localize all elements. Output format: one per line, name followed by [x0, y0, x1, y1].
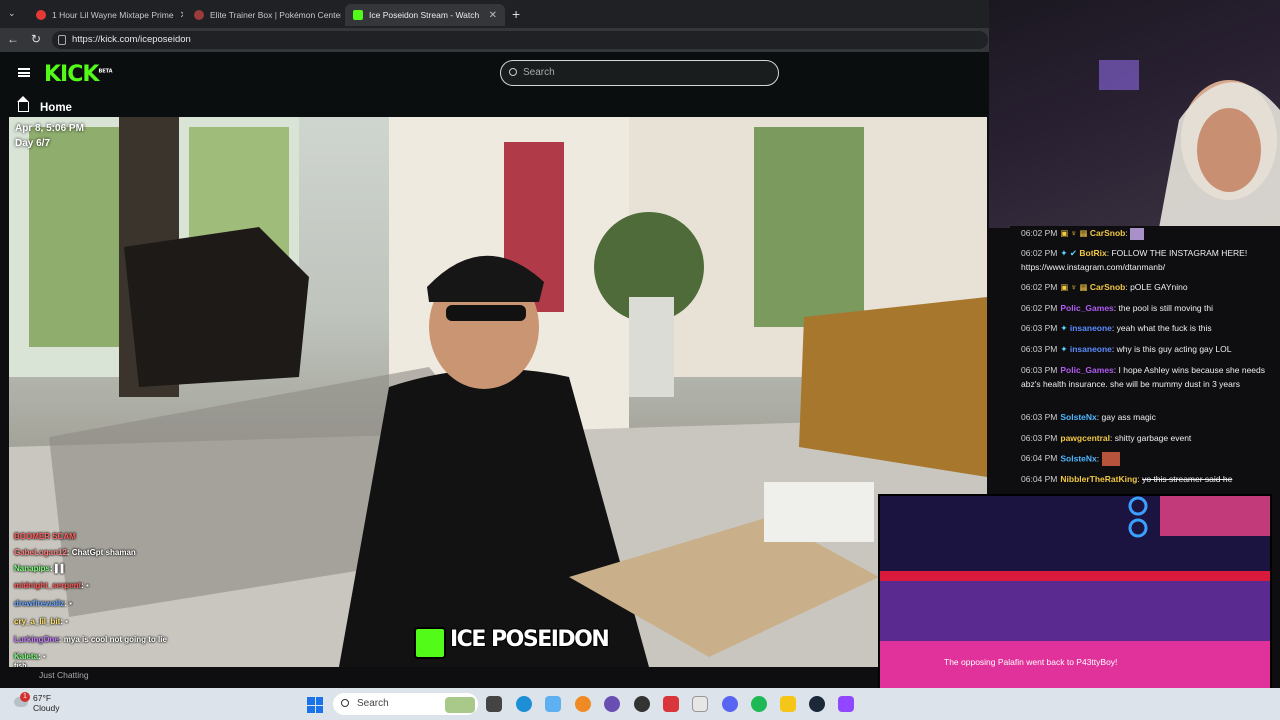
spotify-icon[interactable]: [751, 696, 767, 712]
category-link[interactable]: Just Chatting: [39, 670, 89, 680]
chat-message: 06:02 PM Polic_Games: the pool is still m…: [1021, 303, 1214, 313]
pokemon-center-icon: [194, 10, 204, 20]
emote-icon: [1130, 227, 1145, 240]
kick-icon: [353, 10, 363, 20]
search-highlight-icon[interactable]: [445, 697, 475, 713]
close-icon[interactable]: ✕: [489, 10, 497, 21]
kick-logo-text: KICK: [44, 62, 99, 87]
kick-badge-icon: [414, 627, 446, 659]
site-header: [0, 52, 990, 96]
tree-left: [29, 127, 119, 347]
notification-badge: 1: [20, 692, 30, 702]
chat-message: 06:02 PM ▣ ♆ ▦ CarSnob:: [1021, 227, 1271, 241]
weather-widget[interactable]: 67°F Cloudy: [33, 693, 59, 713]
chat-message: 06:03 PM Polic_Games: I hope Ashley wins …: [1021, 365, 1266, 389]
tab-list-chevron-icon[interactable]: ⌄: [8, 8, 16, 19]
weather-condition: Cloudy: [33, 703, 60, 713]
app-purple-icon[interactable]: [838, 696, 854, 712]
music-icon[interactable]: [692, 696, 708, 712]
chat-message: 06:03 PM ✦ insaneone: why is this guy act…: [1021, 344, 1232, 354]
edge-icon[interactable]: [516, 696, 532, 712]
task-view-icon[interactable]: [486, 696, 502, 712]
beta-badge: BETA: [98, 68, 113, 75]
tab-3[interactable]: Ice Poseidon Stream - Watch ✕: [345, 4, 505, 26]
ice-poseidon-logo: ICE POSEIDON: [414, 625, 611, 661]
piano: [124, 227, 309, 387]
menu-icon[interactable]: [18, 68, 30, 77]
chat-message: 06:04 PM NibblerTheRatKing: yo this strea…: [1021, 474, 1233, 484]
chat-message: 06:03 PM ✦ insaneone: yeah what the fuck …: [1021, 323, 1212, 333]
right-window: [754, 127, 864, 327]
overlay-chat-line: BOOMER SCAM: [14, 532, 76, 541]
overlay-chat-line: Nanapips: ▌▌: [14, 564, 67, 573]
new-tab-icon[interactable]: +: [512, 6, 520, 22]
tab-1[interactable]: 1 Hour Lil Wayne Mixtape Prime ✕: [28, 4, 183, 26]
tab-2[interactable]: Elite Trainer Box | Pokémon Center ✕: [186, 4, 341, 26]
planter: [629, 297, 674, 397]
overlay-chat-line: drewfirewallz: ▪: [14, 599, 72, 608]
overlay-chat-line: Kaleta: ▪: [14, 652, 46, 661]
file-explorer-icon[interactable]: [780, 696, 796, 712]
battle-message: The opposing Palafin went back to P43tty…: [944, 657, 1118, 667]
site-info-icon[interactable]: [58, 35, 66, 45]
webcam-scene: [1099, 60, 1280, 228]
streamer-face: [1197, 108, 1261, 192]
start-icon[interactable]: [307, 697, 323, 713]
tab-2-label: Elite Trainer Box | Pokémon Center: [210, 10, 341, 20]
copilot-icon[interactable]: [545, 696, 561, 712]
stream-timestamp: Apr 8, 5:06 PM Day 6/7: [15, 121, 84, 151]
stream-scene: [9, 117, 987, 667]
ice-poseidon-text: ICE POSEIDON: [449, 626, 611, 653]
red-stripe: [880, 571, 1270, 581]
youtube-icon: [36, 10, 46, 20]
couch: [799, 297, 987, 477]
webcam-overlay: [989, 0, 1280, 228]
discord-icon[interactable]: [722, 696, 738, 712]
reload-icon[interactable]: ↻: [31, 32, 41, 46]
steam-icon[interactable]: [809, 696, 825, 712]
stadium-banner: [1160, 496, 1270, 536]
app-red-icon[interactable]: [663, 696, 679, 712]
chat-message: 06:02 PM ▣ ♆ ▦ CarSnob: pOLE GAYnino: [1021, 282, 1188, 292]
chat-message: 06:03 PM SolsteNx: gay ass magic: [1021, 412, 1156, 422]
monitor-light: [1099, 60, 1139, 90]
overlay-chat-line: cry_a_lil_bit: ▪: [14, 617, 68, 626]
chat-panel: 06:02 PM ▣ ♆ ▦ CarSnob: 06:02 PM ✦ ✔ BotRi…: [1010, 226, 1280, 496]
chat-message: 06:02 PM ✦ ✔ BotRix: FOLLOW THE INSTAGRAM…: [1021, 248, 1248, 272]
url-field[interactable]: https://kick.com/iceposeidon: [52, 31, 988, 49]
close-icon[interactable]: ✕: [180, 10, 183, 21]
weather-temp: 67°F: [33, 693, 52, 703]
stadium-mid: [880, 581, 1270, 641]
home-icon[interactable]: [17, 96, 29, 112]
home-link[interactable]: Home: [40, 102, 72, 114]
stream-info-bar: [0, 667, 990, 688]
search-icon: [509, 68, 517, 76]
back-icon[interactable]: ←: [7, 32, 19, 46]
kick-logo[interactable]: KICKBETA: [44, 62, 113, 87]
search-input[interactable]: Search: [500, 60, 779, 86]
chat-message: 06:04 PM SolsteNx:: [1021, 452, 1271, 466]
chat-message: 06:03 PM pawgcentral: shitty garbage even…: [1021, 433, 1192, 443]
sunglasses: [446, 305, 526, 321]
emote-icon: [1101, 452, 1120, 466]
stream-day: Day 6/7: [15, 138, 51, 149]
overlay-chat-line: midnight_serpent: ▪: [14, 581, 89, 590]
overlay-chat-line: LurkingOne: mya is cool not going to lie: [14, 635, 167, 644]
white-box: [764, 482, 874, 542]
tab-1-label: 1 Hour Lil Wayne Mixtape Prime: [52, 10, 174, 20]
tab-3-label: Ice Poseidon Stream - Watch: [369, 10, 480, 20]
overlay-chat-line: GabeLogan12: ChatGpt shaman: [14, 548, 136, 557]
video-player[interactable]: [9, 117, 987, 667]
stream-date: Apr 8, 5:06 PM: [15, 123, 84, 134]
chrome-icon[interactable]: [634, 696, 650, 712]
app-icon[interactable]: [604, 696, 620, 712]
search-icon: [341, 699, 349, 707]
firefox-icon[interactable]: [575, 696, 591, 712]
